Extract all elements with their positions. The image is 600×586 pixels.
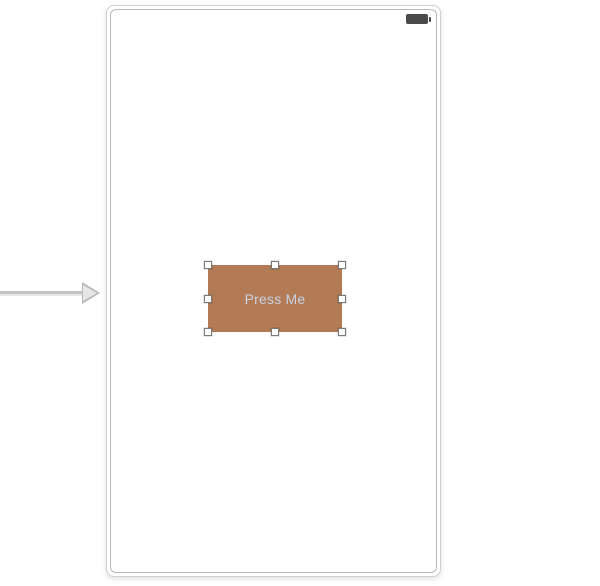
device-canvas-frame-outer: Press Me: [106, 5, 441, 577]
resize-handle-bottom-middle[interactable]: [271, 328, 279, 336]
constraint-arrow-indicator: [0, 281, 100, 305]
resize-handle-bottom-left[interactable]: [204, 328, 212, 336]
press-me-button[interactable]: Press Me: [208, 265, 342, 332]
battery-icon: [406, 14, 428, 24]
resize-handle-top-middle[interactable]: [271, 261, 279, 269]
resize-handle-top-left[interactable]: [204, 261, 212, 269]
device-canvas-frame-inner[interactable]: Press Me: [110, 9, 437, 573]
arrow-shaft: [0, 291, 84, 296]
resize-handle-bottom-right[interactable]: [338, 328, 346, 336]
selected-button-wrapper[interactable]: Press Me: [208, 265, 342, 332]
resize-handle-middle-right[interactable]: [338, 295, 346, 303]
status-bar: [406, 14, 428, 24]
resize-handle-top-right[interactable]: [338, 261, 346, 269]
resize-handle-middle-left[interactable]: [204, 295, 212, 303]
battery-tip: [429, 17, 431, 22]
arrow-head-icon: [82, 282, 100, 304]
press-me-button-label: Press Me: [245, 291, 306, 307]
